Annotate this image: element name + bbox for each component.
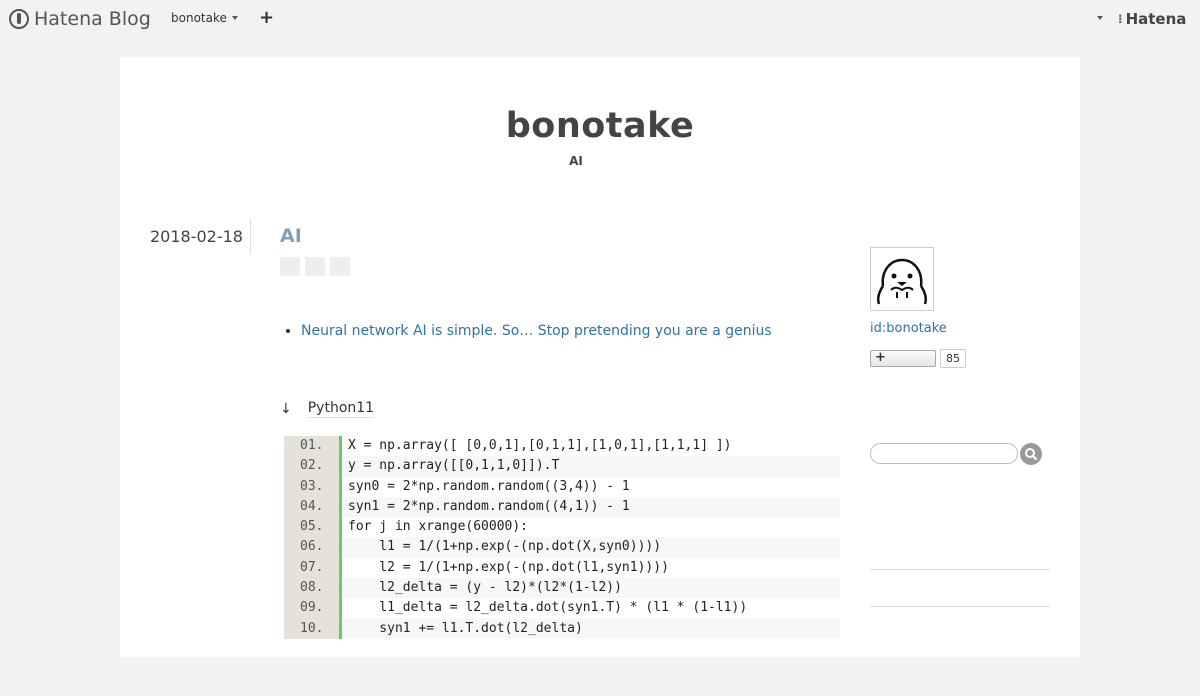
global-header: Hatena Blog bonotake + ⁝ Hatena [0,0,1200,38]
date-divider [250,219,251,254]
code-line: 07. l2 = 1/(1+np.exp(-(np.dot(l1,syn1)))… [284,557,840,579]
article-link[interactable]: Neural network AI is simple. So… Stop pr… [301,323,772,339]
subscribe-button[interactable]: + [870,350,936,367]
down-arrow-icon: ↓ [280,401,292,417]
code-text: syn1 += l1.T.dot(l2_delta) [342,618,840,639]
avatar-icon [876,258,928,305]
code-text: X = np.array([ [0,0,1],[0,1,1],[1,0,1],[… [348,438,732,453]
code-text: syn1 = 2*np.random.random((4,1)) - 1 [342,496,840,518]
code-line: 08. l2_delta = (y - l2)*(l2*(1-l2)) [284,578,840,599]
blog-container: bonotake AI 2018-02-18 AI Neural network… [120,57,1080,657]
entry-link-list: Neural network AI is simple. So… Stop pr… [282,323,772,339]
share-button-placeholder[interactable] [330,257,350,276]
search-input[interactable] [870,443,1018,464]
language-label: Python11 [307,400,375,418]
subscriber-count[interactable]: 85 [940,349,966,368]
list-item: Neural network AI is simple. So… Stop pr… [301,323,772,339]
brand-label: Hatena Blog [34,8,151,30]
share-button-placeholder[interactable] [280,257,300,276]
user-menu-chevron-icon[interactable] [1097,16,1103,20]
code-line: 04. syn1 = 2*np.random.random((4,1)) - 1 [284,496,840,518]
line-number: 08. [284,578,342,599]
code-line: 06. l1 = 1/(1+np.exp(-(np.dot(X,syn0)))) [284,537,840,558]
hatena-logo[interactable]: ⁝ Hatena [1118,10,1186,28]
blog-description: AI [569,154,583,168]
chevron-down-icon [231,16,238,20]
blog-title[interactable]: bonotake [120,106,1080,146]
line-number: 06. [284,537,342,558]
search-icon [1025,448,1038,461]
code-block: 01. X = np.array([ [0,0,1],[0,1,1],[1,0,1… [284,436,840,696]
line-number: 07. [284,557,342,579]
line-number: 01. [284,436,342,457]
line-number: 02. [284,456,342,477]
profile-avatar[interactable] [870,247,934,311]
hatena-blog-logo[interactable]: Hatena Blog [9,7,151,31]
code-line: 09. l1_delta = l2_delta.dot(syn1.T) * (l… [284,598,840,619]
profile-id-link[interactable]: id:bonotake [870,321,947,336]
code-line: 03. syn0 = 2*np.random.random((3,4)) - 1 [284,476,840,497]
blog-switch-label: bonotake [171,11,227,25]
line-number: 09. [284,598,342,619]
share-buttons [280,257,350,276]
code-text: for j in xrange(60000): [348,519,529,535]
code-line: 10. syn1 += l1.T.dot(l2_delta) [284,618,840,639]
search-button[interactable] [1020,443,1042,465]
code-text: syn0 = 2*np.random.random((3,4)) - 1 [348,478,630,494]
entry-title[interactable]: AI [280,225,302,247]
code-text: y = np.array([[0,1,1,0]]).T [342,456,840,477]
line-number: 03. [284,476,342,497]
code-line: 05. for j in xrange(60000): [284,517,840,538]
code-text: l1_delta = l2_delta.dot(syn1.T) * (l1 * … [348,600,748,616]
code-text: l2_delta = (y - l2)*(l2*(1-l2)) [342,578,840,599]
line-number: 05. [284,517,342,538]
new-post-button[interactable]: + [259,8,274,28]
code-text: l2 = 1/(1+np.exp(-(np.dot(l1,syn1)))) [348,559,669,575]
sidebar-divider [870,606,1050,607]
blog-switch-dropdown[interactable]: bonotake [171,11,238,25]
hatena-logo-label: Hatena [1125,10,1187,28]
line-number: 04. [284,496,342,518]
hatena-pen-icon [9,9,29,29]
code-line: 01. X = np.array([ [0,0,1],[0,1,1],[1,0,1… [284,436,840,457]
code-line: 02. y = np.array([[0,1,1,0]]).T [284,456,840,477]
entry-date[interactable]: 2018-02-18 [150,227,243,246]
code-text: l1 = 1/(1+np.exp(-(np.dot(X,syn0)))) [342,537,840,558]
sidebar-divider [870,569,1050,570]
code-caption: ↓ Python11 [280,400,375,418]
hatena-mark-icon: ⁝ [1118,12,1123,26]
share-button-placeholder[interactable] [305,257,325,276]
subscribe-widget: + 85 [870,349,966,368]
line-number: 10. [284,618,342,639]
